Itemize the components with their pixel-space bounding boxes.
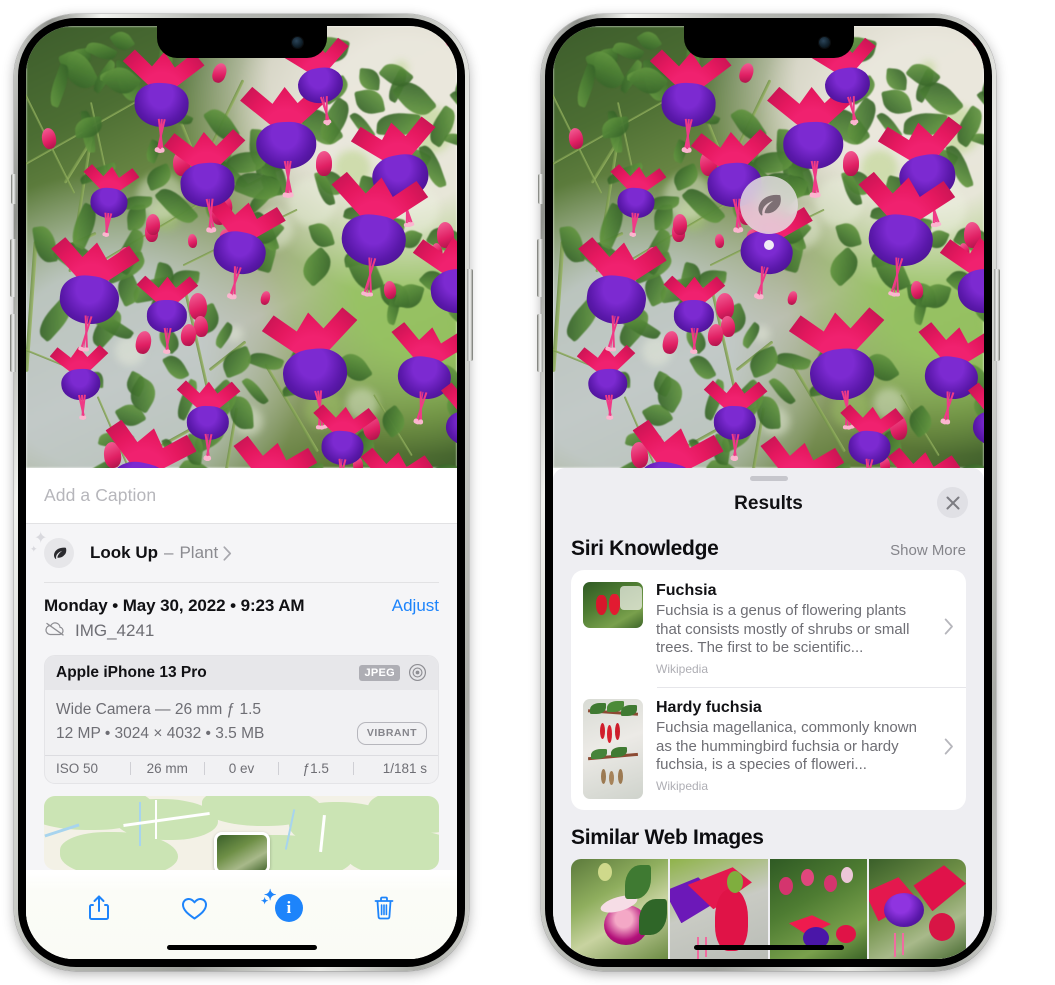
location-map[interactable] [44,796,439,871]
look-up-label: Look Up [90,543,158,562]
info-glyph: i [286,898,292,917]
exif-iso: ISO 50 [56,761,99,777]
photo-viewer[interactable] [553,26,984,468]
result-thumbnail [583,582,643,628]
front-camera [818,37,830,48]
close-button[interactable] [937,487,968,518]
similar-image-1[interactable] [571,859,669,959]
icloud-slash-icon [44,621,66,642]
photo-info-sheet: Add a Caption ✦ ✦ Look Up – Plant Monday… [26,468,457,959]
caption-input[interactable]: Add a Caption [44,485,156,506]
chevron-right-icon [223,545,232,561]
badge-anchor-dot [763,240,774,250]
page-title: Results [734,493,803,514]
photo-viewer[interactable] [26,26,457,468]
volume-down-button[interactable] [537,314,543,372]
chevron-right-icon [942,618,954,640]
photo-thumbnail-pin [213,832,270,871]
front-camera [291,37,303,48]
left-phone-screen: Add a Caption ✦ ✦ Look Up – Plant Monday… [26,26,457,959]
exif-focal: 26 mm [146,761,188,777]
photo-filename: IMG_4241 [75,621,155,640]
camera-card-body: Wide Camera — 26 mm ƒ 1.5 12 MP • 3024 ×… [45,690,438,755]
delete-button[interactable] [361,887,407,929]
exif-exposure: 0 ev [228,761,255,777]
similar-image-4[interactable] [868,859,966,959]
section-title: Similar Web Images [571,826,764,850]
share-button[interactable] [76,887,122,929]
exif-aperture: ƒ1.5 [302,761,329,777]
similar-web-images-header: Similar Web Images [553,810,984,859]
lens-info: Wide Camera — 26 mm ƒ 1.5 [56,700,262,718]
result-thumbnail [583,699,643,800]
close-icon [946,496,959,509]
look-up-subject: Plant [179,543,219,562]
camera-model: Apple iPhone 13 Pro [56,663,207,681]
section-title: Siri Knowledge [571,537,719,560]
power-button[interactable] [467,269,473,361]
image-specs: 12 MP • 3024 × 4032 • 3.5 MB [56,724,265,742]
info-sparkle-icon: ✦ ✦ i [261,888,303,922]
caption-row[interactable]: Add a Caption [26,468,457,524]
result-description: Fuchsia is a genus of flowering plants t… [656,602,910,657]
right-phone: Results Siri Knowledge Show More Fuchsia… [537,14,1000,971]
leaf-icon: ✦ ✦ [30,531,74,568]
camera-metadata-card[interactable]: Apple iPhone 13 Pro JPEG Wide Camera — 2… [44,654,439,785]
siri-knowledge-card: Fuchsia Fuchsia is a genus of flowering … [571,570,966,811]
leaf-icon [758,194,781,215]
date-row: Monday • May 30, 2022 • 9:23 AM Adjust [26,583,457,616]
notch [156,26,327,58]
result-source: Wikipedia [656,779,709,794]
look-up-dash: – [164,543,174,562]
home-indicator[interactable] [693,945,844,950]
list-item[interactable]: Hardy fuchsia Fuchsia magellanica, commo… [571,687,966,810]
info-button[interactable]: ✦ ✦ i [261,887,312,929]
results-sheet: Results Siri Knowledge Show More Fuchsia… [553,468,984,959]
sparkle-small-icon: ✦ [260,896,269,906]
favorite-button[interactable] [171,887,217,929]
volume-down-button[interactable] [10,314,16,372]
adjust-button[interactable]: Adjust [392,596,439,616]
photo-foliage [26,26,457,468]
exif-shutter: 1/181 s [382,761,427,777]
screenshot-stage: Add a Caption ✦ ✦ Look Up – Plant Monday… [0,0,1055,985]
lookup-band: ✦ ✦ Look Up – Plant Monday • May 30, 202… [26,524,457,871]
home-indicator[interactable] [166,945,317,950]
result-source: Wikipedia [656,661,709,676]
chevron-right-icon [942,738,954,760]
list-item[interactable]: Fuchsia Fuchsia is a genus of flowering … [571,570,966,687]
left-phone: Add a Caption ✦ ✦ Look Up – Plant Monday… [10,14,473,971]
siri-knowledge-header: Siri Knowledge Show More [553,527,984,570]
exif-row: ISO 50 26 mm 0 ev ƒ1.5 1/181 s [45,755,438,783]
photo-date: Monday • May 30, 2022 • 9:23 AM [44,595,305,615]
camera-card-header: Apple iPhone 13 Pro JPEG [45,655,438,690]
volume-up-button[interactable] [10,239,16,297]
look-up-row[interactable]: ✦ ✦ Look Up – Plant [26,524,457,582]
results-header: Results [553,481,984,527]
notch [683,26,854,58]
sparkle-icon: ✦ [34,530,48,547]
volume-up-button[interactable] [537,239,543,297]
right-phone-screen: Results Siri Knowledge Show More Fuchsia… [553,26,984,959]
result-description: Fuchsia magellanica, commonly known as t… [656,719,917,774]
visual-lookup-leaf-badge[interactable] [739,176,798,250]
sparkle-small-icon: ✦ [30,544,38,554]
result-title: Hardy fuchsia [656,699,762,717]
aperture-icon [408,663,427,682]
format-badge: JPEG [359,664,400,681]
silent-switch[interactable] [11,174,16,204]
show-more-button[interactable]: Show More [890,542,966,559]
silent-switch[interactable] [538,174,543,204]
power-button[interactable] [994,269,1000,361]
photographic-style-badge: VIBRANT [356,722,427,745]
file-row: IMG_4241 [26,616,457,655]
result-title: Fuchsia [656,582,717,599]
